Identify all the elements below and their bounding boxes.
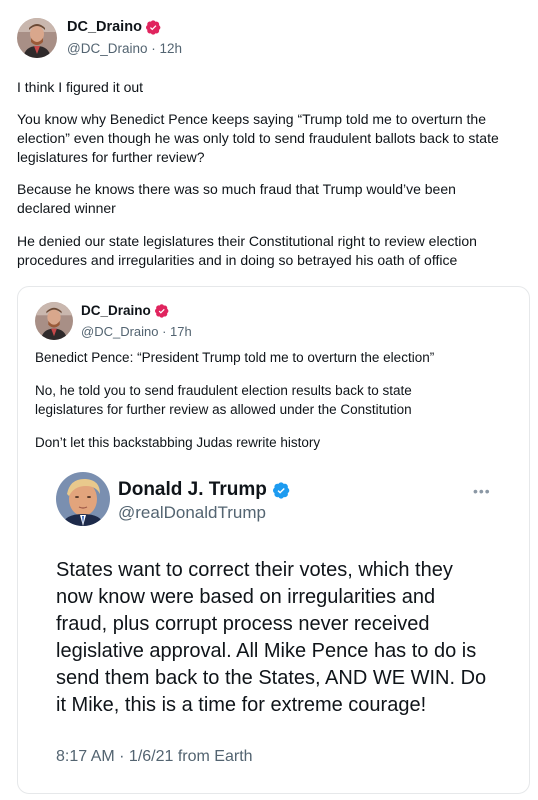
post: DC_Draino @DC_Draino · 12h I think I fig… <box>0 0 538 800</box>
quoted-text-paragraph: No, he told you to send fraudulent elect… <box>35 383 412 417</box>
post-text-line: I think I figured it out <box>17 79 144 95</box>
author-handle-time[interactable]: @DC_Draino · 12h <box>67 41 182 56</box>
verified-badge-icon <box>272 481 290 499</box>
embedded-text-line: it Mike, this is a time for extreme cour… <box>56 694 427 716</box>
embedded-post-text: States want to correct their votes, whic… <box>56 557 506 719</box>
quoted-text-line: Benedict Pence: “President Trump told me… <box>35 350 435 365</box>
embedded-author-name: Donald J. Trump <box>118 479 267 500</box>
embedded-text-line: now know were based on irregularities an… <box>56 586 436 608</box>
verified-badge-icon <box>154 303 169 318</box>
quoted-text-line: Don’t let this backstabbing Judas rewrit… <box>35 435 321 450</box>
embedded-text-line: fraud, plus corrupt process never receiv… <box>56 613 430 635</box>
quoted-author-handle-time[interactable]: @DC_Draino · 17h <box>81 324 192 339</box>
quoted-post-card[interactable]: DC_Draino @DC_Draino · 17h Benedict Penc… <box>17 286 530 794</box>
post-text-paragraph: You know why Benedict Pence keeps saying… <box>17 111 499 165</box>
avatar[interactable] <box>35 302 73 340</box>
embedded-timestamp: 8:17 AM · 1/6/21 from Earth <box>56 748 253 765</box>
post-text-paragraph: He denied our state legislatures their C… <box>17 233 477 268</box>
author-name-row[interactable]: DC_Draino <box>67 19 161 35</box>
quoted-author-name-row[interactable]: DC_Draino <box>81 303 169 318</box>
embedded-author-name-row: Donald J. Trump <box>118 479 290 501</box>
author-name[interactable]: DC_Draino <box>67 19 142 35</box>
avatar <box>56 472 110 526</box>
embedded-text-line: send them back to the States, AND WE WIN… <box>56 667 487 689</box>
verified-badge-icon <box>145 19 161 35</box>
embedded-text-line: States want to correct their votes, whic… <box>56 559 453 581</box>
quoted-author-name[interactable]: DC_Draino <box>81 303 151 318</box>
embedded-text-line: legislative approval. All Mike Pence has… <box>56 640 477 662</box>
more-options-icon: ••• <box>473 483 491 499</box>
embedded-author-handle: @realDonaldTrump <box>118 503 266 522</box>
avatar[interactable] <box>17 18 57 58</box>
post-text-paragraph: Because he knows there was so much fraud… <box>17 181 456 216</box>
